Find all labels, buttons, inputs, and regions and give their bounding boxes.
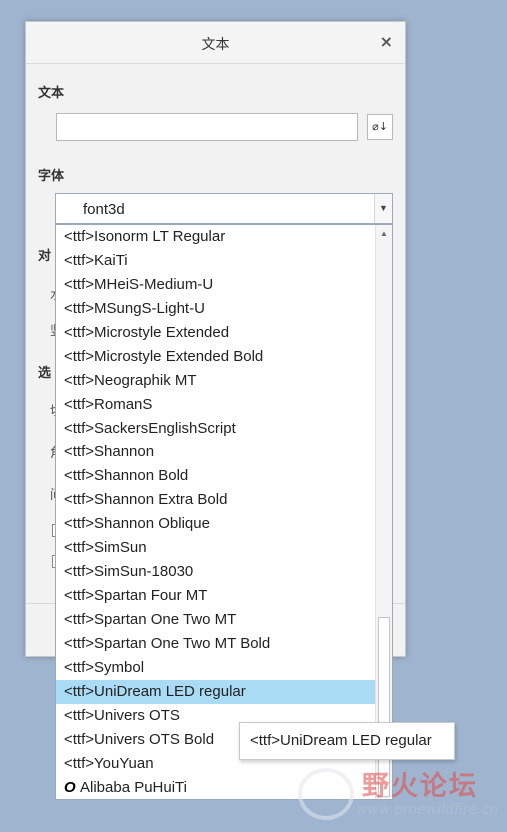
font-dropdown-list[interactable]: <ttf>Isonorm LT Regular <ttf>KaiTi <ttf>MH… [55,224,393,800]
font-list-item[interactable]: <ttf>SimSun [56,536,376,560]
font-tooltip: <ttf>UniDream LED regular [239,722,455,760]
dropdown-scrollbar[interactable]: ▲ [375,225,392,799]
opentype-font-icon: O [64,778,76,796]
font-list-item[interactable]: <ttf>Shannon Oblique [56,512,376,536]
font-list-item[interactable]: <ttf>Shannon [56,440,376,464]
options-section-label-partial: 选 [38,366,52,381]
text-input[interactable] [56,113,358,141]
watermark-logo-icon [298,768,354,820]
font-list-item[interactable]: <ttf>Shannon Extra Bold [56,488,376,512]
font-list-item[interactable]: <ttf>MSungS-Light-U [56,297,376,321]
font-list-item[interactable]: <ttf>Spartan One Two MT [56,608,376,632]
symbol-button[interactable]: ⌀↓ [367,114,393,140]
font-combobox[interactable]: font3d ▼ [55,193,393,224]
font-list-item[interactable]: <ttf>Isonorm LT Regular [56,225,376,249]
close-icon[interactable]: × [380,32,393,51]
watermark: 野火论坛 www.proewildfire.cn [296,762,506,828]
font-list-item[interactable]: <ttf>Spartan Four MT [56,584,376,608]
font-list: <ttf>Isonorm LT Regular <ttf>KaiTi <ttf>MH… [56,225,376,799]
symbol-icon: ⌀↓ [372,120,388,133]
alignment-section-label-partial: 对 [38,249,52,264]
font-list-item[interactable]: <ttf>MHeiS-Medium-U [56,273,376,297]
font-list-item[interactable]: <ttf>SackersEnglishScript [56,417,376,441]
font-list-item[interactable]: <ttf>Shannon Bold [56,464,376,488]
font-section-label: 字体 [38,169,65,184]
font-list-item[interactable]: <ttf>RomanS [56,393,376,417]
font-list-item[interactable]: <ttf>Symbol [56,656,376,680]
chevron-down-icon[interactable]: ▼ [374,194,392,223]
font-list-item[interactable]: <ttf>Spartan One Two MT Bold [56,632,376,656]
dialog-titlebar: 文本 × [26,22,405,64]
scroll-up-icon[interactable]: ▲ [376,227,392,241]
font-list-item[interactable]: <ttf>Microstyle Extended Bold [56,345,376,369]
font-list-item[interactable]: <ttf>KaiTi [56,249,376,273]
watermark-brand: 野火论坛 [362,771,478,802]
dialog-title: 文本 [201,37,230,53]
text-section-label: 文本 [38,86,65,101]
font-list-item-label: Alibaba PuHuiTi [80,778,187,796]
watermark-url: www.proewildfire.cn [356,802,499,818]
font-list-item[interactable]: <ttf>SimSun-18030 [56,560,376,584]
font-list-item[interactable]: <ttf>Neographik MT [56,369,376,393]
font-combobox-value: font3d [83,201,125,218]
font-list-item[interactable]: <ttf>UniDream LED regular [56,679,376,704]
font-list-item[interactable]: <ttf>Microstyle Extended [56,321,376,345]
